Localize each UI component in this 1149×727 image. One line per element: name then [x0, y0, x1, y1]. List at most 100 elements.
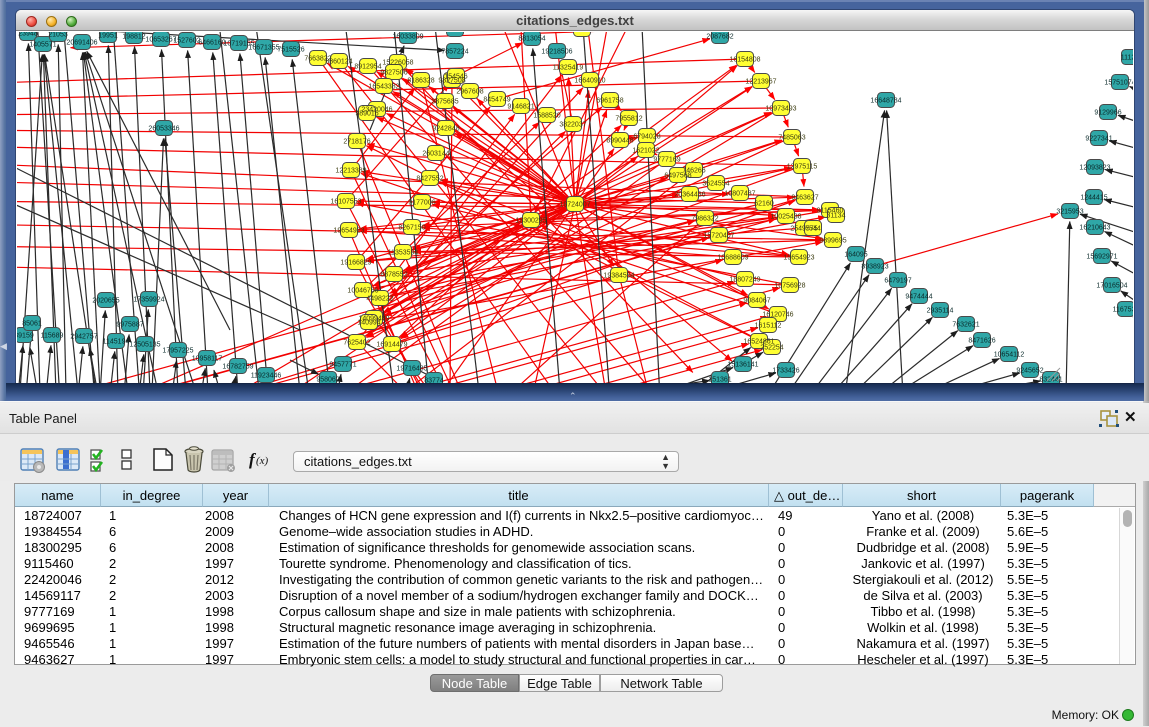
svg-text:4498222: 4498222 [366, 296, 393, 303]
svg-text:1145194: 1145194 [103, 339, 130, 346]
svg-text:39159: 39159 [17, 333, 34, 340]
svg-text:21053: 21053 [48, 32, 68, 39]
svg-text:1405571: 1405571 [29, 42, 56, 49]
svg-text:9084067: 9084067 [743, 298, 770, 305]
svg-text:16033809: 16033809 [392, 34, 423, 41]
svg-text:16154808: 16154808 [729, 57, 760, 64]
svg-text:20691406: 20691406 [66, 40, 97, 47]
svg-text:7986322: 7986322 [691, 216, 718, 223]
svg-text:3624554: 3624554 [702, 181, 729, 188]
svg-text:18724007: 18724007 [559, 202, 590, 209]
svg-text:85061: 85061 [22, 321, 42, 328]
svg-text:252254: 252254 [760, 345, 783, 352]
svg-text:19166829: 19166829 [340, 260, 371, 267]
svg-text:2967608: 2967608 [456, 89, 483, 96]
svg-text:16914479: 16914479 [376, 342, 407, 349]
svg-text:11325419: 11325419 [553, 65, 584, 72]
svg-text:11353594: 11353594 [388, 250, 419, 257]
svg-text:8471626: 8471626 [968, 338, 995, 345]
svg-text:115689: 115689 [41, 333, 64, 340]
svg-text:17359924: 17359924 [133, 297, 164, 304]
svg-text:(x): (x) [256, 455, 269, 467]
svg-text:164095: 164095 [844, 252, 867, 259]
svg-text:9146821: 9146821 [507, 104, 534, 111]
svg-text:2718176: 2718176 [343, 139, 370, 146]
svg-text:1527602: 1527602 [173, 38, 200, 45]
svg-text:10756928: 10756928 [774, 283, 805, 290]
svg-text:16782759: 16782759 [222, 364, 253, 371]
svg-text:1244415: 1244415 [1080, 195, 1107, 202]
svg-text:83774: 83774 [424, 378, 444, 384]
svg-text:10653267: 10653267 [145, 37, 176, 44]
svg-text:26053346: 26053346 [148, 126, 179, 133]
svg-text:154546: 154546 [444, 74, 467, 81]
svg-text:2942757: 2942757 [70, 334, 97, 341]
svg-text:7515526: 7515526 [277, 47, 304, 54]
svg-text:8427552: 8427552 [416, 176, 443, 183]
svg-text:17957225: 17957225 [162, 348, 193, 355]
svg-text:151361: 151361 [708, 377, 731, 384]
svg-text:6961758: 6961758 [596, 98, 623, 105]
svg-text:19087: 19087 [445, 32, 465, 34]
svg-text:16120746: 16120746 [762, 312, 793, 319]
svg-text:8267150: 8267150 [398, 225, 425, 232]
svg-text:19384554: 19384554 [603, 273, 634, 280]
svg-text:19951: 19951 [98, 33, 118, 40]
svg-text:8878552: 8878552 [380, 272, 407, 279]
svg-text:3875685: 3875685 [431, 99, 458, 106]
svg-text:6794028: 6794028 [633, 134, 660, 141]
svg-text:19716485: 19716485 [396, 366, 427, 373]
svg-text:3215953: 3215953 [1056, 209, 1083, 216]
svg-text:12213967: 12213967 [745, 79, 776, 86]
svg-text:2935114: 2935114 [927, 308, 954, 315]
svg-text:6466160: 6466160 [198, 40, 225, 47]
svg-text:958062: 958062 [316, 377, 339, 384]
svg-text:9245652: 9245652 [1016, 368, 1043, 375]
svg-text:7485063: 7485063 [778, 135, 805, 142]
svg-text:140994: 140994 [357, 320, 380, 327]
svg-text:19218506: 19218506 [541, 49, 572, 56]
svg-text:9227341: 9227341 [1085, 136, 1112, 143]
svg-text:9457771: 9457771 [329, 362, 356, 369]
svg-text:16210643: 16210643 [1079, 225, 1110, 232]
svg-text:9463627: 9463627 [791, 195, 818, 202]
svg-text:8912954: 8912954 [354, 64, 381, 71]
svg-text:8813054: 8813054 [518, 36, 545, 43]
svg-text:10958117: 10958117 [192, 356, 223, 363]
svg-text:2087682: 2087682 [706, 34, 733, 41]
svg-text:8938923: 8938923 [861, 264, 888, 271]
svg-text:15136141: 15136141 [727, 362, 758, 369]
svg-text:12213389: 12213389 [335, 168, 366, 175]
svg-text:10046766: 10046766 [347, 288, 378, 295]
svg-text:10807487: 10807487 [724, 191, 755, 198]
svg-text:9474444: 9474444 [905, 294, 932, 301]
svg-text:746266: 746266 [682, 168, 705, 175]
svg-text:7625402: 7625402 [343, 340, 370, 347]
svg-text:2603144: 2603144 [422, 151, 449, 158]
svg-text:198812: 198812 [122, 34, 145, 41]
svg-text:9177006: 9177006 [408, 200, 435, 207]
svg-text:6479197: 6479197 [884, 278, 911, 285]
svg-text:18300295: 18300295 [515, 218, 546, 225]
svg-text:9129966: 9129966 [1094, 110, 1121, 117]
svg-text:9975887: 9975887 [116, 322, 143, 329]
svg-text:8860124: 8860124 [325, 59, 352, 66]
svg-text:9827506: 9827506 [380, 70, 407, 77]
svg-text:989016: 989016 [355, 111, 378, 118]
svg-text:10654112: 10654112 [994, 352, 1025, 359]
svg-text:12093823: 12093823 [1079, 165, 1110, 172]
svg-text:18807249: 18807249 [729, 277, 760, 284]
svg-text:1621022: 1621022 [632, 148, 659, 155]
svg-text:31134: 31134 [827, 213, 846, 220]
svg-text:8454749: 8454749 [483, 97, 510, 104]
svg-text:8990448: 8990448 [606, 138, 633, 145]
svg-text:16107553: 16107553 [330, 199, 361, 206]
svg-text:15751074: 15751074 [1104, 80, 1133, 87]
svg-text:1167533: 1167533 [1113, 307, 1133, 314]
svg-text:1588520: 1588520 [533, 113, 560, 120]
svg-text:16648784: 16648784 [870, 98, 901, 105]
svg-text:11123: 11123 [1121, 55, 1133, 62]
svg-text:17016504: 17016504 [1096, 283, 1127, 290]
svg-text:1615112: 1615112 [755, 323, 782, 330]
svg-text:9242848: 9242848 [432, 126, 459, 133]
